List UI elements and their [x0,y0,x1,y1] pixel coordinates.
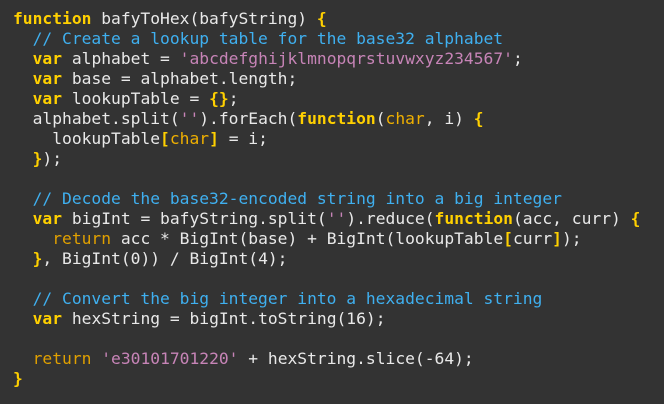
brace-token: { [473,109,484,128]
code-token: ).reduce( [346,209,435,228]
code-line: lookupTable[char] = i; [13,129,664,149]
code-token: bafyToHex(bafyString) [91,9,317,28]
code-line: alphabet.split('').forEach(function(char… [13,109,664,129]
comment-token: // Decode the base32-encoded string into… [13,189,562,208]
brace-token: } [32,249,43,268]
code-line: return 'e30101701220' + hexString.slice(… [13,349,664,369]
code-token: (acc, curr) [512,209,631,228]
code-editor[interactable]: function bafyToHex(bafyString) { // Crea… [0,0,664,404]
keyword-token: var [32,309,63,328]
return-keyword-token: return [32,349,92,368]
brace-token: ] [209,129,219,148]
keyword-token: var [32,209,63,228]
code-token: lookupTable = [62,89,210,108]
string-token: 'e30101701220' [101,349,239,368]
code-token: lookupTable [13,129,161,148]
return-keyword-token: return [52,229,112,248]
code-token: alphabet = [62,49,180,68]
code-line: var lookupTable = {}; [13,89,664,109]
keyword-token: function [297,109,376,128]
parameter-token: char [385,109,425,128]
comment-token: // Create a lookup table for the base32 … [13,29,504,48]
code-line: var bigInt = bafyString.split('').reduce… [13,209,664,229]
code-token: bigInt = bafyString.split( [62,209,327,228]
code-token: ); [561,229,582,248]
keyword-token: function [434,209,513,228]
string-token: 'abcdefghijklmnopqrstuvwxyz234567' [179,49,513,68]
brace-token: { [630,209,641,228]
code-line: // Create a lookup table for the base32 … [13,29,664,49]
code-token: , BigInt(0)) / BigInt(4); [42,249,288,268]
keyword-token: function [13,9,92,28]
string-token: '' [326,209,347,228]
brace-token: [ [503,229,513,248]
code-token: acc * BigInt(base) + BigInt(lookupTable [111,229,504,248]
brace-token: } [32,149,43,168]
brace-token: ] [552,229,562,248]
brace-token: {} [209,89,229,108]
code-line: var alphabet = 'abcdefghijklmnopqrstuvwx… [13,49,664,69]
code-line: // Convert the big integer into a hexade… [13,289,664,309]
string-token: '' [179,109,200,128]
code-token: ; [228,89,239,108]
code-token: hexString = bigInt.toString(16); [62,309,386,328]
brace-token: [ [160,129,170,148]
code-token: ); [42,149,63,168]
code-line: function bafyToHex(bafyString) { [13,9,664,29]
keyword-token: var [32,69,63,88]
code-token: curr [512,229,553,248]
comment-token: // Convert the big integer into a hexade… [13,289,543,308]
code-token: ; [512,49,523,68]
code-line: } [13,369,664,389]
code-line: }, BigInt(0)) / BigInt(4); [13,249,664,269]
code-line: // Decode the base32-encoded string into… [13,189,664,209]
brace-token: { [316,9,327,28]
code-token: ).forEach( [199,109,298,128]
code-token: base = alphabet.length; [62,69,298,88]
parameter-token: char [169,129,210,148]
code-line: var base = alphabet.length; [13,69,664,89]
code-line: }); [13,149,664,169]
brace-token: } [13,369,23,388]
keyword-token: var [32,89,63,108]
code-token: ( [375,109,386,128]
code-line: var hexString = bigInt.toString(16); [13,309,664,329]
code-token: = i; [218,129,268,148]
code-token: + hexString.slice(-64); [238,349,474,368]
code-token: alphabet.split( [13,109,180,128]
code-token: , i) [424,109,474,128]
code-line: return acc * BigInt(base) + BigInt(looku… [13,229,664,249]
keyword-token: var [32,49,63,68]
